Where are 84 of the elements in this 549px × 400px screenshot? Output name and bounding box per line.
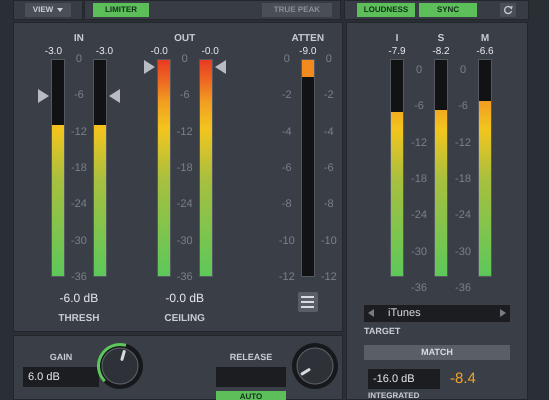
gain-label: GAIN (50, 351, 72, 364)
left-arrow-icon[interactable] (368, 309, 374, 318)
sync-button[interactable]: SYNC (419, 3, 477, 17)
scale-label: 0 (182, 53, 188, 65)
right-arrow-icon[interactable] (500, 309, 506, 318)
scale-label: -12 (70, 126, 87, 138)
knob[interactable] (95, 341, 145, 391)
scale-label: -6 (180, 89, 190, 102)
loudness-button[interactable]: LOUDNESS (357, 3, 415, 17)
scale-label: -8 (324, 198, 334, 210)
scale-label: -24 (411, 209, 427, 222)
scale-label: -6 (458, 100, 468, 112)
scale-label: -36 (411, 282, 427, 294)
scale-label: -24 (176, 198, 193, 210)
meter-heading: OUT (174, 32, 196, 45)
scale-label: -18 (70, 162, 87, 174)
meter-heading: IN (74, 32, 84, 45)
meter-reading: -8.2 (432, 46, 450, 58)
scale-label: -30 (411, 246, 427, 258)
target-label: TARGET (364, 324, 400, 338)
meter-heading: ATTEN (291, 32, 324, 45)
scale-label: -4 (282, 126, 292, 138)
scale-label: -4 (324, 126, 334, 138)
threshold-value[interactable]: -0.0 dB (165, 291, 204, 305)
pointer-icon[interactable] (144, 60, 155, 74)
meter-reading: -6.6 (476, 46, 494, 58)
target-selector[interactable]: iTunes (364, 305, 510, 322)
meter-reading: -3.0 (94, 46, 114, 58)
scale-label: -12 (278, 270, 295, 283)
scale-label: -36 (176, 270, 193, 283)
meter-reading: -7.9 (388, 46, 406, 58)
scale-label: -12 (411, 136, 427, 149)
meter-heading: M (480, 32, 490, 45)
scale-label: -36 (455, 282, 471, 294)
limiter-button[interactable]: LIMITER (93, 3, 149, 17)
scale-label: -12 (176, 126, 193, 138)
scale-label: -12 (320, 270, 337, 283)
meter-caption: CEILING (164, 312, 205, 326)
scale-label: 0 (76, 53, 82, 65)
scale-label: -30 (70, 234, 87, 247)
release-label: RELEASE (230, 351, 272, 364)
meter-heading: S (438, 32, 444, 45)
scale-label: -12 (455, 136, 471, 149)
pointer-icon[interactable] (38, 89, 49, 103)
integrated-label: INTEGRATED (368, 391, 420, 400)
meter-heading: I (396, 32, 398, 45)
scale-label: -8 (282, 198, 292, 210)
threshold-value[interactable]: -6.0 dB (60, 291, 98, 305)
scale-label: 0 (460, 64, 466, 76)
scale-label: -2 (324, 89, 334, 102)
pointer-icon[interactable] (108, 89, 120, 103)
meter-reading: -0.0 (150, 46, 169, 58)
meter-reading: -3.0 (44, 46, 64, 58)
scale-label: -6 (324, 162, 334, 174)
scale-label: -36 (70, 270, 87, 283)
menu-icon[interactable] (298, 292, 318, 312)
scale-label: -30 (176, 234, 193, 247)
meter-reading: -9.0 (299, 46, 316, 58)
scale-label: -30 (455, 246, 471, 258)
scale-label: -18 (411, 172, 427, 185)
scale-label: -6 (414, 100, 424, 112)
integrated-field[interactable]: -16.0 dB (368, 368, 440, 389)
scale-label: -6 (282, 162, 292, 174)
scale-label: -24 (70, 198, 87, 210)
release-field[interactable] (216, 367, 286, 387)
gain-field[interactable]: 6.0 dB (23, 367, 99, 387)
scale-label: -10 (320, 234, 337, 247)
auto-button[interactable]: AUTO (216, 391, 286, 400)
loudness-difference: -8.4 (450, 368, 476, 388)
scale-label: -18 (176, 162, 193, 174)
scale-label: -2 (282, 89, 292, 102)
scale-label: 0 (284, 53, 290, 65)
scale-label: -24 (455, 209, 471, 222)
scale-label: -10 (278, 234, 295, 247)
pointer-icon[interactable] (214, 60, 226, 74)
scale-label: -18 (455, 172, 471, 185)
view-dropdown[interactable]: VIEW (24, 3, 72, 17)
meter-caption: THRESH (58, 312, 100, 326)
scale-label: -6 (74, 89, 84, 102)
refresh-icon[interactable] (500, 3, 516, 17)
scale-label: 0 (326, 53, 332, 65)
scale-label: 0 (416, 64, 422, 76)
match-button[interactable]: MATCH (364, 345, 510, 360)
meter-reading: -0.0 (200, 46, 220, 58)
